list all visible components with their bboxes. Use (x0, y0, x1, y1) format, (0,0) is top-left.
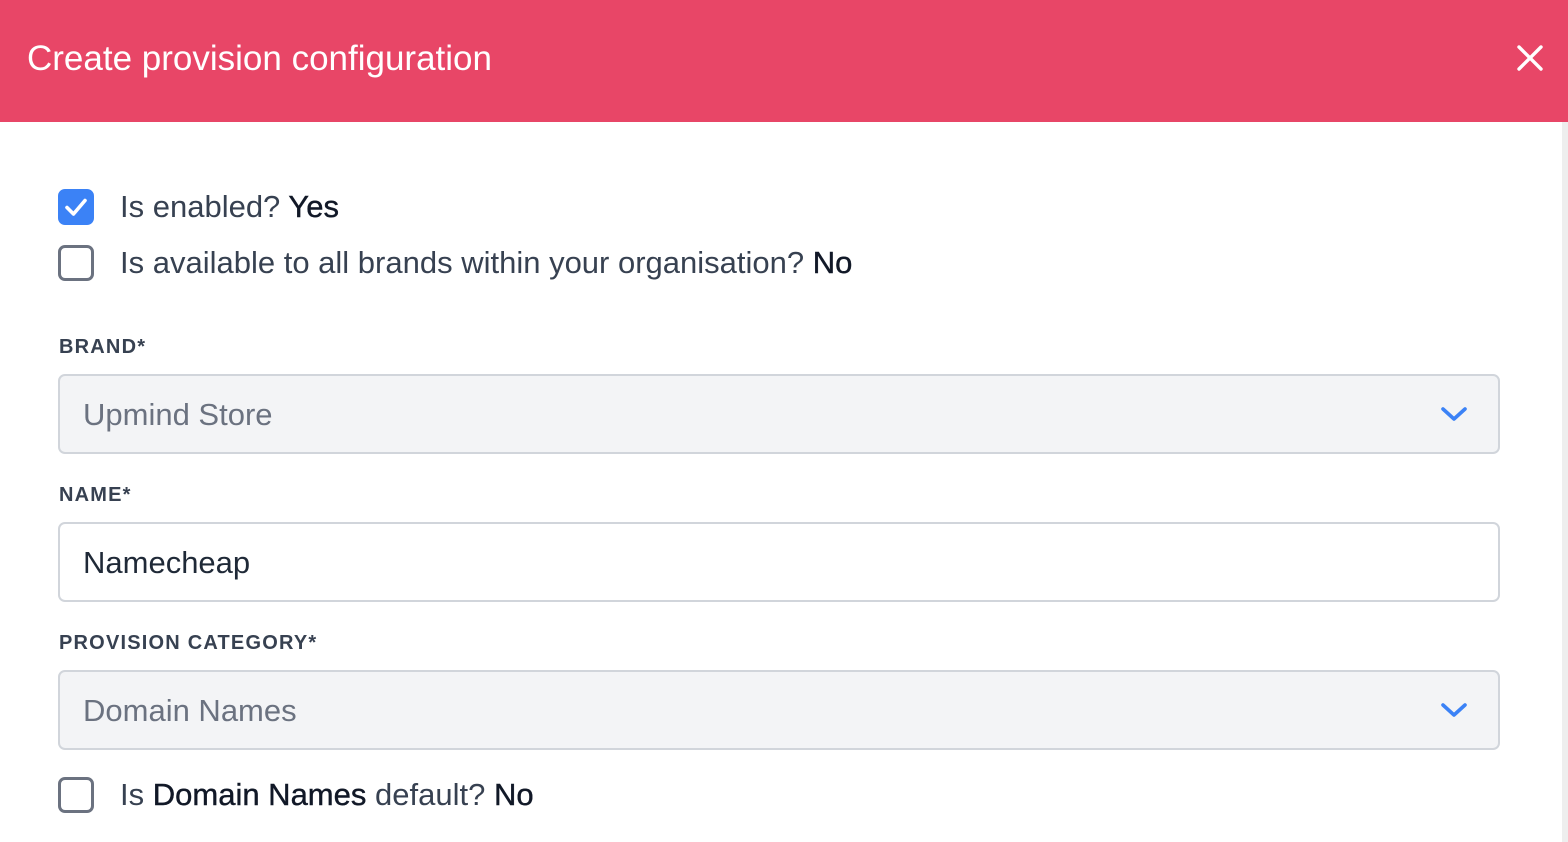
brand-select[interactable]: Upmind Store (58, 374, 1500, 454)
category-default-label: Is Domain Names default? No (120, 775, 534, 815)
all-brands-toggle[interactable]: Is available to all brands within your o… (58, 243, 853, 283)
is-enabled-question: Is enabled? (120, 189, 281, 224)
modal-title: Create provision configuration (27, 39, 492, 78)
is-enabled-value: Yes (288, 189, 339, 224)
name-input[interactable]: Namecheap (58, 522, 1500, 602)
close-icon (1517, 45, 1543, 71)
provision-category-select[interactable]: Domain Names (58, 670, 1500, 750)
is-enabled-checkbox[interactable] (58, 189, 94, 225)
brand-select-value: Upmind Store (83, 397, 273, 432)
provision-category-label: PROVISION CATEGORY* (59, 632, 318, 654)
category-default-question: default? (375, 777, 486, 812)
all-brands-value: No (812, 245, 853, 280)
category-default-prefix: Is (120, 777, 145, 812)
is-enabled-label: Is enabled? Yes (120, 187, 339, 227)
category-default-category: Domain Names (152, 777, 367, 812)
modal-header: Create provision configuration (0, 0, 1568, 122)
name-label: NAME* (59, 484, 132, 506)
is-enabled-toggle[interactable]: Is enabled? Yes (58, 187, 339, 227)
name-input-value: Namecheap (83, 545, 251, 580)
provision-category-value: Domain Names (83, 693, 297, 728)
all-brands-checkbox[interactable] (58, 245, 94, 281)
chevron-down-icon (1441, 407, 1467, 421)
chevron-down-icon (1441, 703, 1467, 717)
brand-label: BRAND* (59, 336, 147, 358)
category-default-toggle[interactable]: Is Domain Names default? No (58, 775, 534, 815)
checkmark-icon (65, 198, 87, 216)
all-brands-question: Is available to all brands within your o… (120, 245, 805, 280)
modal-scroll-edge (1562, 122, 1568, 842)
create-provision-configuration-modal: Create provision configuration Is enable… (0, 0, 1568, 842)
close-button[interactable] (1508, 36, 1552, 80)
all-brands-label: Is available to all brands within your o… (120, 243, 853, 283)
category-default-value: No (493, 777, 534, 812)
category-default-checkbox[interactable] (58, 777, 94, 813)
